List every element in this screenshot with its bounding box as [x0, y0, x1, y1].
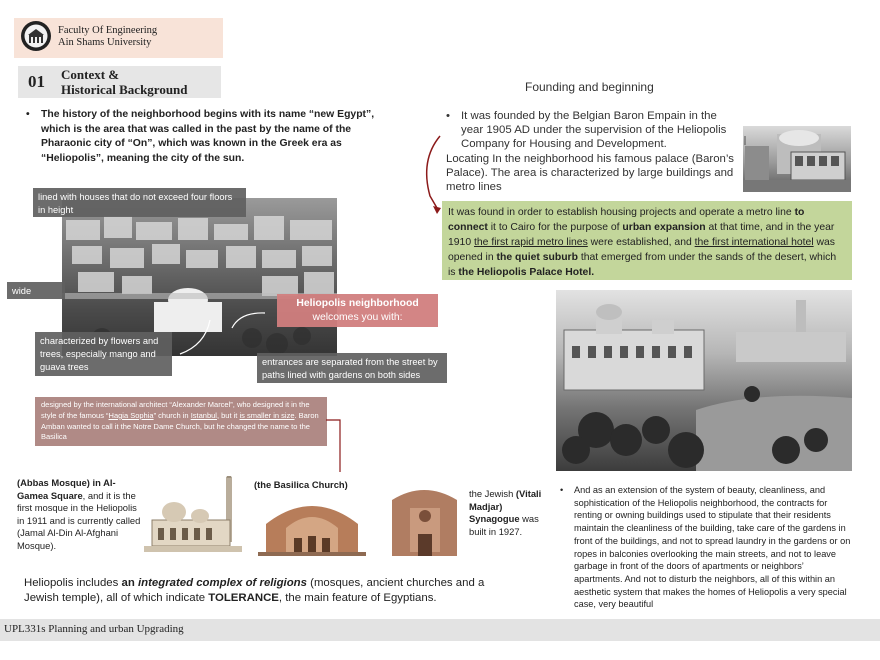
bullet: • — [26, 109, 30, 120]
course-footer: UPL331s Planning and urban Upgrading — [4, 623, 184, 635]
heliopolis-title: Heliopolis neighborhood — [296, 298, 419, 309]
founding-text-2: Locating In the neighborhood his famous … — [446, 152, 734, 194]
summary-text: , the main feature of Egyptians. — [278, 592, 437, 604]
label-entrances: entrances are separated from the street … — [257, 353, 447, 383]
synagogue-caption: the Jewish (Vitali Madjar) Synagogue was… — [469, 488, 554, 538]
note-to-basilica-line — [326, 419, 341, 472]
box-text: were established, and — [587, 237, 695, 249]
box-text: it to Cairo for the purpose of — [487, 222, 623, 234]
founding-text-1: It was founded by the Belgian Baron Empa… — [461, 110, 727, 151]
section-number: 01 — [28, 72, 45, 91]
faculty-name: Faculty Of Engineering — [58, 25, 158, 36]
metro-tram-photo — [743, 126, 851, 192]
box-bold: the Heliopolis Palace Hotel. — [458, 267, 595, 279]
summary-integrated: integrated complex of religions — [137, 577, 307, 589]
heliopolis-palace-hotel-photo — [556, 290, 852, 471]
bullet: • — [560, 485, 564, 495]
section-title-line2: Historical Background — [61, 82, 188, 97]
note-text: ” church in — [153, 410, 191, 420]
box-bold: the quiet suburb — [496, 252, 578, 264]
summary-bold: an — [121, 577, 138, 589]
box-underline: the first rapid metro lines — [474, 237, 588, 249]
arrow-founding-to-box — [425, 135, 441, 209]
extension-text: And as an extension of the system of bea… — [574, 485, 851, 610]
box-underline: the first international hotel — [694, 237, 814, 249]
summary-tolerance: TOLERANCE — [208, 592, 279, 604]
synagogue-image — [388, 482, 461, 558]
note-text: , but it — [216, 410, 240, 420]
section-title-line1: Context & — [61, 67, 120, 82]
note-istanbul: Istanbul — [190, 410, 217, 420]
label-wide-streets: wide streets — [7, 282, 65, 309]
extension-paragraph: • And as an extension of the system of b… — [560, 484, 852, 611]
arrow-head-icon — [433, 206, 441, 214]
intro-paragraph: • The history of the neighborhood begins… — [26, 108, 386, 166]
founding-purpose-box: It was found in order to establish housi… — [442, 201, 852, 280]
founding-title: Founding and beginning — [525, 80, 654, 94]
university-name: Ain Shams University — [58, 37, 152, 48]
note-hagia-sophia: Hagia Sophia — [108, 410, 154, 420]
founding-paragraph: • It was founded by the Belgian Baron Em… — [446, 109, 742, 194]
synagogue-pre: the Jewish — [469, 488, 516, 499]
bullet: • — [446, 110, 450, 122]
heliopolis-subtitle: welcomes you with: — [312, 311, 403, 323]
basilica-design-note: designed by the international architect … — [35, 397, 327, 446]
abbas-mosque-image — [144, 476, 242, 556]
university-seal-icon — [20, 20, 52, 52]
basilica-church-image — [258, 494, 366, 556]
note-smaller-size: is smaller in size — [239, 410, 295, 420]
basilica-caption: (the Basilica Church) — [254, 479, 348, 490]
heliopolis-welcome-label: Heliopolis neighborhood welcomes you wit… — [277, 294, 438, 327]
box-bold: urban expansion — [622, 222, 706, 234]
label-flowers-trees: characterized by flowers and trees, espe… — [35, 332, 172, 376]
intro-text: The history of the neighborhood begins w… — [41, 109, 375, 164]
summary-text: Heliopolis includes — [24, 577, 122, 589]
religions-summary: Heliopolis includes an integrated comple… — [24, 576, 494, 606]
abbas-mosque-caption: (Abbas Mosque) in Al-Gamea Square, and i… — [17, 477, 145, 553]
box-text: It was found in order to establish housi… — [448, 207, 795, 218]
label-houses: lined with houses that do not exceed fou… — [33, 188, 246, 217]
